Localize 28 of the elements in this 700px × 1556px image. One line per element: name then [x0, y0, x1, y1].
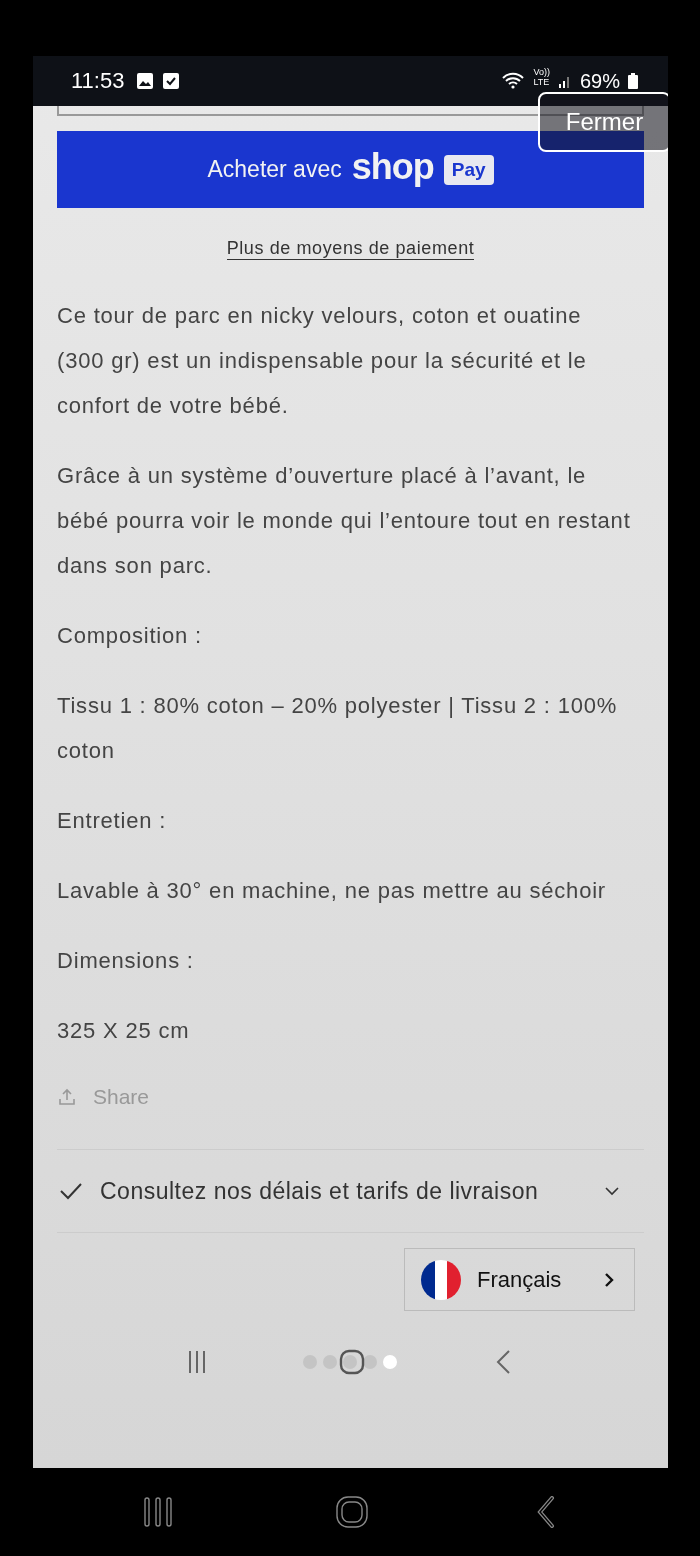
description-text: Ce tour de parc en nicky velours, coton et ouatine (300 gr) est un indispensable pour la sécurité et le confort de votre bébé.: [57, 302, 588, 420]
checkmark-icon: [59, 1181, 83, 1201]
image-icon: [136, 72, 155, 90]
clock: 11:53: [71, 68, 125, 94]
home-icon[interactable]: [339, 1349, 366, 1375]
description-text: Grâce à un système d’ouverture placé à l’avant, le bébé pourra voir le monde qui l’entoure tout en restant dans son parc.: [57, 462, 632, 580]
description-text: 325 X 25 cm: [57, 1017, 191, 1045]
wifi-icon: [501, 72, 526, 90]
close-button[interactable]: Fermer: [538, 92, 668, 152]
network-label: Vo)) LTE: [533, 67, 550, 87]
description-text: Composition :: [57, 622, 203, 650]
description-text: Entretien :: [57, 807, 168, 835]
shop-pay-button[interactable]: Acheter avec shop Pay: [57, 131, 644, 208]
checkbox-icon: [162, 72, 181, 90]
flag-icon: [421, 1259, 461, 1300]
battery-percent: 69%: [579, 69, 620, 93]
description-text: Dimensions :: [57, 947, 195, 975]
language-selector[interactable]: Français: [404, 1248, 635, 1311]
chevron-right-icon: [604, 1271, 614, 1288]
home-icon[interactable]: [336, 1496, 368, 1528]
signal-icon: [557, 74, 572, 88]
shipping-accordion[interactable]: Consultez nos délais et tarifs de livraison: [57, 1149, 644, 1233]
description-text: Lavable à 30° en machine, ne pas mettre au séchoir: [57, 877, 607, 905]
more-payment-link[interactable]: Plus de moyens de paiement: [226, 237, 475, 260]
battery-icon: [628, 73, 638, 89]
recent-apps-icon[interactable]: [142, 1496, 174, 1528]
description-text: Tissu 1 : 80% coton – 20% polyester | Tissu 2 : 100% coton: [57, 692, 619, 765]
share-icon: [57, 1087, 77, 1107]
